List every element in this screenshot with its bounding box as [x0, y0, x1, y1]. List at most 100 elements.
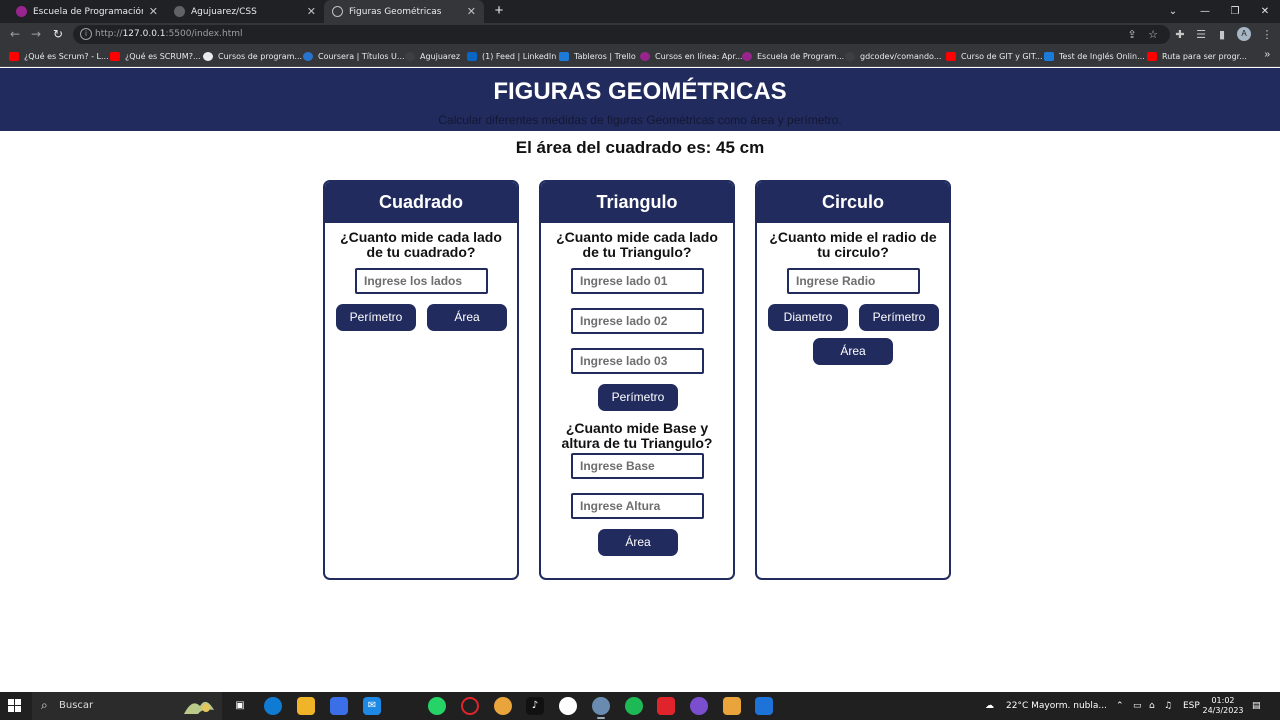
triangle-side2-input[interactable]: [571, 308, 704, 334]
input-language[interactable]: ESP: [1183, 692, 1200, 720]
bookmark-item[interactable]: Tableros | Trello: [559, 50, 636, 63]
profile-avatar[interactable]: A: [1237, 27, 1251, 41]
task-view-icon[interactable]: ▣: [231, 697, 249, 715]
tab-figuras-geometricas[interactable]: Figuras Geométricas ✕: [324, 0, 484, 23]
bookmark-item[interactable]: Cursos en línea: Apr...: [640, 50, 743, 63]
close-tab-icon[interactable]: ✕: [307, 5, 316, 18]
triangle-area-button[interactable]: Área: [598, 529, 678, 556]
forward-icon[interactable]: →: [26, 25, 46, 44]
triangle-perimeter-button[interactable]: Perímetro: [598, 384, 678, 411]
close-tab-icon[interactable]: ✕: [467, 5, 476, 18]
reading-list-icon[interactable]: ☰: [1192, 25, 1210, 44]
triangle-height-input[interactable]: [571, 493, 704, 519]
tab-agujuarez-css[interactable]: Agujuarez/CSS ✕: [166, 0, 324, 23]
share-icon[interactable]: ⇪: [1123, 25, 1141, 44]
bookmark-item[interactable]: Escuela de Program...: [742, 50, 844, 63]
battery-icon[interactable]: ▭: [1133, 692, 1142, 720]
circle-diameter-button[interactable]: Diametro: [768, 304, 848, 331]
bookmark-label: Ruta para ser progr...: [1162, 52, 1247, 61]
circle-question: ¿Cuanto mide el radio de tu circulo?: [769, 229, 937, 260]
bookmark-item[interactable]: gdcodev/comando...: [845, 50, 941, 63]
volume-icon[interactable]: ♫: [1164, 692, 1172, 720]
github-icon: [845, 52, 855, 61]
circle-radius-input[interactable]: [787, 268, 920, 294]
extensions-icon[interactable]: ✚: [1171, 25, 1189, 44]
mail-icon[interactable]: ✉: [363, 697, 381, 715]
search-highlight-icon: [184, 701, 214, 714]
youtube-icon: [110, 52, 120, 61]
triangle-side1-input[interactable]: [571, 268, 704, 294]
minimize-icon[interactable]: —: [1190, 0, 1220, 23]
bookmark-item[interactable]: ¿Qué es SCRUM?...: [110, 50, 201, 63]
globe-icon: [203, 52, 213, 61]
square-perimeter-button[interactable]: Perímetro: [336, 304, 416, 331]
file-explorer-icon[interactable]: [297, 697, 315, 715]
back-icon[interactable]: ←: [5, 25, 25, 44]
menu-icon[interactable]: ⋮: [1258, 25, 1276, 44]
chrome-active-icon[interactable]: [592, 697, 610, 719]
taskbar-clock[interactable]: 01:02 24/3/2023: [1200, 696, 1246, 716]
triangle-sides-question: ¿Cuanto mide cada lado de tu Triangulo?: [556, 229, 718, 260]
bookmark-label: Curso de GIT y GIT...: [961, 52, 1043, 61]
bookmark-item[interactable]: ¿Qué es Scrum? - L...: [9, 50, 109, 63]
tab-escuela[interactable]: Escuela de Programación y Desa ✕: [8, 0, 166, 23]
square-area-button[interactable]: Área: [427, 304, 507, 331]
bookmark-item[interactable]: Ruta para ser progr...: [1147, 50, 1247, 63]
vscode-icon[interactable]: [755, 697, 773, 715]
close-window-icon[interactable]: ✕: [1250, 0, 1280, 23]
triangle-side3-input[interactable]: [571, 348, 704, 374]
weather-status[interactable]: 22°C Mayorm. nubla...: [1006, 692, 1107, 720]
store-icon[interactable]: [330, 697, 348, 715]
bookmark-label: Coursera | Títulos U...: [318, 52, 405, 61]
bookmark-item[interactable]: Curso de GIT y GIT...: [946, 50, 1042, 63]
spotify-icon[interactable]: [625, 697, 643, 715]
bookmark-label: Tableros | Trello: [574, 52, 636, 61]
slack-icon[interactable]: [559, 697, 577, 715]
circle-area-button[interactable]: Área: [813, 338, 893, 365]
edge-icon[interactable]: [264, 697, 282, 715]
network-icon[interactable]: ⌂: [1149, 692, 1155, 720]
bookmark-item[interactable]: Test de Inglés Onlin...: [1044, 50, 1145, 63]
bookmark-label: Cursos en línea: Apr...: [655, 52, 743, 61]
more-bookmarks-icon[interactable]: »: [1264, 49, 1270, 60]
maximize-icon[interactable]: ❐: [1220, 0, 1250, 23]
weather-icon[interactable]: ☁: [985, 692, 994, 720]
bookmark-item[interactable]: (1) Feed | LinkedIn: [467, 50, 556, 63]
reload-icon[interactable]: ↻: [48, 25, 68, 44]
square-side-input[interactable]: [355, 268, 488, 294]
windows-start-icon[interactable]: [8, 699, 22, 713]
github-desktop-icon[interactable]: [690, 697, 708, 715]
youtube-icon: [946, 52, 956, 61]
tab-search-icon[interactable]: ⌄: [1158, 0, 1188, 23]
anydesk-icon[interactable]: [657, 697, 675, 715]
tiktok-icon[interactable]: ♪: [526, 697, 544, 715]
new-tab-button[interactable]: +: [490, 1, 508, 21]
bookmark-star-icon[interactable]: ☆: [1144, 25, 1162, 44]
bookmark-label: (1) Feed | LinkedIn: [482, 52, 557, 61]
bookmark-item[interactable]: Coursera | Títulos U...: [303, 50, 405, 63]
side-panel-icon[interactable]: ▮: [1213, 25, 1231, 44]
chrome-icon[interactable]: [494, 697, 512, 715]
browser-tab-strip: Escuela de Programación y Desa ✕ Agujuar…: [0, 0, 1280, 23]
address-url[interactable]: http://127.0.0.1:5500/index.html: [95, 29, 242, 39]
youtube-icon: [1147, 52, 1157, 61]
tab-title: Figuras Geométricas: [349, 6, 442, 17]
notifications-icon[interactable]: ▤: [1252, 692, 1261, 720]
git-icon[interactable]: [723, 697, 741, 715]
trello-icon: [559, 52, 569, 61]
site-info-icon[interactable]: i: [80, 28, 92, 40]
clock-date: 24/3/2023: [1202, 706, 1244, 715]
close-tab-icon[interactable]: ✕: [149, 5, 158, 18]
result-message: El área del cuadrado es: 45 cm: [515, 138, 765, 157]
triangle-card: Triangulo ¿Cuanto mide cada lado de tu T…: [539, 180, 735, 580]
bookmark-item[interactable]: Agujuarez: [405, 50, 460, 63]
address-bar[interactable]: i http://127.0.0.1:5500/index.html: [73, 25, 1170, 44]
triangle-base-input[interactable]: [571, 453, 704, 479]
youtube-icon: [9, 52, 19, 61]
tray-overflow-icon[interactable]: ⌃: [1116, 692, 1124, 720]
bookmark-item[interactable]: Cursos de program...: [203, 50, 302, 63]
circle-perimeter-button[interactable]: Perímetro: [859, 304, 939, 331]
whatsapp-icon[interactable]: [428, 697, 446, 715]
opera-icon[interactable]: [461, 697, 479, 715]
taskbar-search[interactable]: ⌕ Buscar: [32, 692, 222, 720]
